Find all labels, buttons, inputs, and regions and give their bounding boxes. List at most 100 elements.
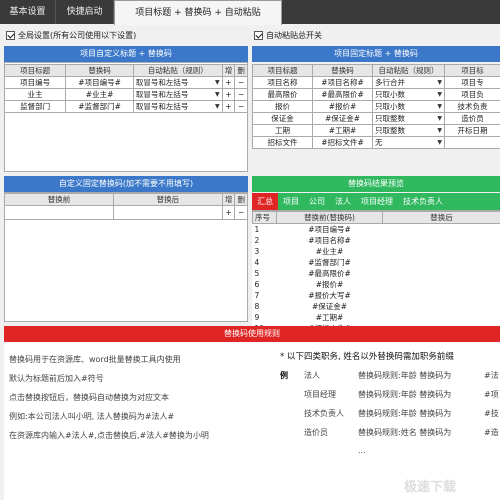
rule-value: 无 — [375, 138, 383, 147]
chevron-down-icon: ▼ — [214, 79, 220, 86]
tab-quick-start[interactable]: 快捷启动 — [56, 0, 114, 24]
delete-row-button[interactable]: − — [234, 100, 248, 113]
title-cell[interactable]: 业主 — [3, 88, 67, 101]
row-index: 6 — [254, 280, 260, 289]
result-tabs: 汇总 项目 公司 法人 项目经理 技术负责人 — [252, 193, 500, 210]
code-cell[interactable]: #业主# — [65, 88, 134, 101]
rule-dropdown[interactable]: 取冒号和左括号 ▼ — [132, 88, 223, 101]
role-desc: 替换码规则:年龄 替换码为 — [358, 371, 452, 380]
delete-row-button[interactable]: − — [234, 88, 248, 101]
custom-title-panel-header: 项目自定义标题 + 替换码 — [4, 46, 248, 62]
chevron-down-icon: ▼ — [437, 103, 442, 110]
col-header-title: 项目标题 — [3, 64, 67, 77]
title-cell-2: 开标日期 — [444, 124, 500, 137]
row-index: 9 — [254, 313, 260, 322]
title-cell: 工期 — [252, 124, 313, 137]
title-cell: 项目名称 — [252, 76, 313, 89]
col-header-before: 替换前 — [4, 193, 114, 206]
add-row-button[interactable]: + — [221, 88, 236, 101]
table-row: 监督部门 #监督部门# 取冒号和左括号 ▼ + − — [3, 100, 248, 113]
row-code: #报价# — [315, 280, 344, 289]
global-setting-label: 全局设置(所有公司使用以下设置) — [18, 31, 137, 40]
add-row-button[interactable]: + — [221, 205, 236, 220]
rule-dropdown[interactable]: 取冒号和左括号 ▼ — [132, 100, 223, 113]
title-cell-2: 项目负 — [444, 88, 500, 101]
tab-project[interactable]: 项目 — [278, 193, 304, 210]
delete-row-button[interactable]: − — [234, 76, 248, 89]
example-label: 例 — [280, 371, 288, 380]
col-header-title: 项目标题 — [252, 64, 313, 77]
row-value — [383, 301, 500, 312]
fixed-title-panel-header: 项目固定标题 + 替换码 — [252, 46, 500, 62]
row-value — [383, 312, 500, 323]
title-cell-2 — [444, 136, 500, 149]
table-row: 项目编号 #项目编号# 取冒号和左括号 ▼ + − — [3, 76, 248, 89]
role-tail: #法 — [484, 371, 499, 380]
title-cell[interactable]: 项目编号 — [3, 76, 67, 89]
table-row: 1 #项目编号# — [253, 224, 500, 236]
tab-legal-rep[interactable]: 法人 — [330, 193, 356, 210]
rule-value: 取冒号和左括号 — [135, 78, 189, 87]
add-row-button[interactable]: + — [221, 76, 236, 89]
rule-line: 点击替换按钮后，替换码自动替换为对应文本 — [9, 393, 169, 402]
global-setting-checkbox[interactable]: 全局设置(所有公司使用以下设置) — [6, 30, 136, 41]
chevron-down-icon: ▼ — [437, 91, 442, 98]
rule-line: 默认为标题前后加入#符号 — [9, 374, 104, 383]
code-cell[interactable]: #最高限价# — [312, 88, 373, 101]
row-index: 1 — [254, 225, 260, 234]
col-header-index: 序号 — [252, 211, 277, 224]
role-name: 造价员 — [304, 428, 328, 437]
row-code: #项目编号# — [308, 225, 351, 234]
rule-dropdown[interactable]: 只取整数 ▼ — [372, 112, 445, 125]
rule-line: 在资源库内输入#法人#,点击替换后,#法人#替换为小明 — [9, 431, 209, 440]
table-row: 6 #报价# — [253, 279, 500, 290]
code-cell[interactable]: #招标文件# — [312, 136, 373, 149]
table-row: 报价 #报价# 只取小数 ▼ 技术负责 — [252, 100, 500, 113]
role-tail: #项 — [484, 390, 499, 399]
rule-dropdown[interactable]: 取冒号和左括号 ▼ — [132, 76, 223, 89]
title-cell: 报价 — [252, 100, 313, 113]
rule-dropdown[interactable]: 只取整数 ▼ — [372, 124, 445, 137]
custom-fixed-panel-header: 自定义固定替换码(加不需要不用填写) — [4, 176, 248, 192]
tab-summary[interactable]: 汇总 — [252, 193, 278, 210]
tab-project-manager[interactable]: 项目经理 — [356, 193, 398, 210]
rule-dropdown[interactable]: 多行合并 ▼ — [372, 76, 445, 89]
before-input[interactable] — [4, 205, 114, 220]
rule-dropdown[interactable]: 只取小数 ▼ — [372, 88, 445, 101]
code-cell[interactable]: #项目名称# — [312, 76, 373, 89]
code-cell[interactable]: #报价# — [312, 100, 373, 113]
title-cell-2: 技术负责 — [444, 100, 500, 113]
col-header-code: 替换码 — [312, 64, 373, 77]
code-cell[interactable]: #项目编号# — [65, 76, 134, 89]
row-value — [383, 290, 500, 301]
row-value — [383, 235, 500, 246]
code-cell[interactable]: #监督部门# — [65, 100, 134, 113]
chevron-down-icon: ▼ — [437, 79, 442, 86]
delete-row-button[interactable]: − — [234, 205, 248, 220]
table-row: 3 #业主# — [253, 246, 500, 257]
add-row-button[interactable]: + — [221, 100, 236, 113]
role-tail: #造 — [484, 428, 499, 437]
tab-title-code-paste[interactable]: 项目标题 + 替换码 + 自动粘贴 — [114, 0, 282, 25]
row-code: #监督部门# — [308, 258, 351, 267]
title-cell[interactable]: 监督部门 — [3, 100, 67, 113]
autopaste-master-checkbox[interactable]: 自动粘贴总开关 — [254, 30, 322, 41]
after-input[interactable] — [112, 205, 223, 220]
rule-dropdown[interactable]: 只取小数 ▼ — [372, 100, 445, 113]
chevron-down-icon: ▼ — [437, 139, 442, 146]
tab-company[interactable]: 公司 — [304, 193, 330, 210]
table-row: 8 #保证金# — [253, 301, 500, 312]
tab-basic-settings[interactable]: 基本设置 — [0, 0, 56, 24]
tab-tech-lead[interactable]: 技术负责人 — [398, 193, 448, 210]
code-cell[interactable]: #保证金# — [312, 112, 373, 125]
checkbox-check-icon — [254, 31, 263, 40]
row-code: #保证金# — [311, 302, 348, 311]
table-row: 招标文件 #招标文件# 无 ▼ — [252, 136, 500, 149]
code-cell[interactable]: #工期# — [312, 124, 373, 137]
table-row: + − — [4, 205, 248, 220]
table-row: 4 #监督部门# — [253, 257, 500, 268]
title-cell-2: 项目专 — [444, 76, 500, 89]
table-row: 业主 #业主# 取冒号和左括号 ▼ + − — [3, 88, 248, 101]
rule-dropdown[interactable]: 无 ▼ — [372, 136, 445, 149]
table-row: 项目名称 #项目名称# 多行合并 ▼ 项目专 — [252, 76, 500, 89]
